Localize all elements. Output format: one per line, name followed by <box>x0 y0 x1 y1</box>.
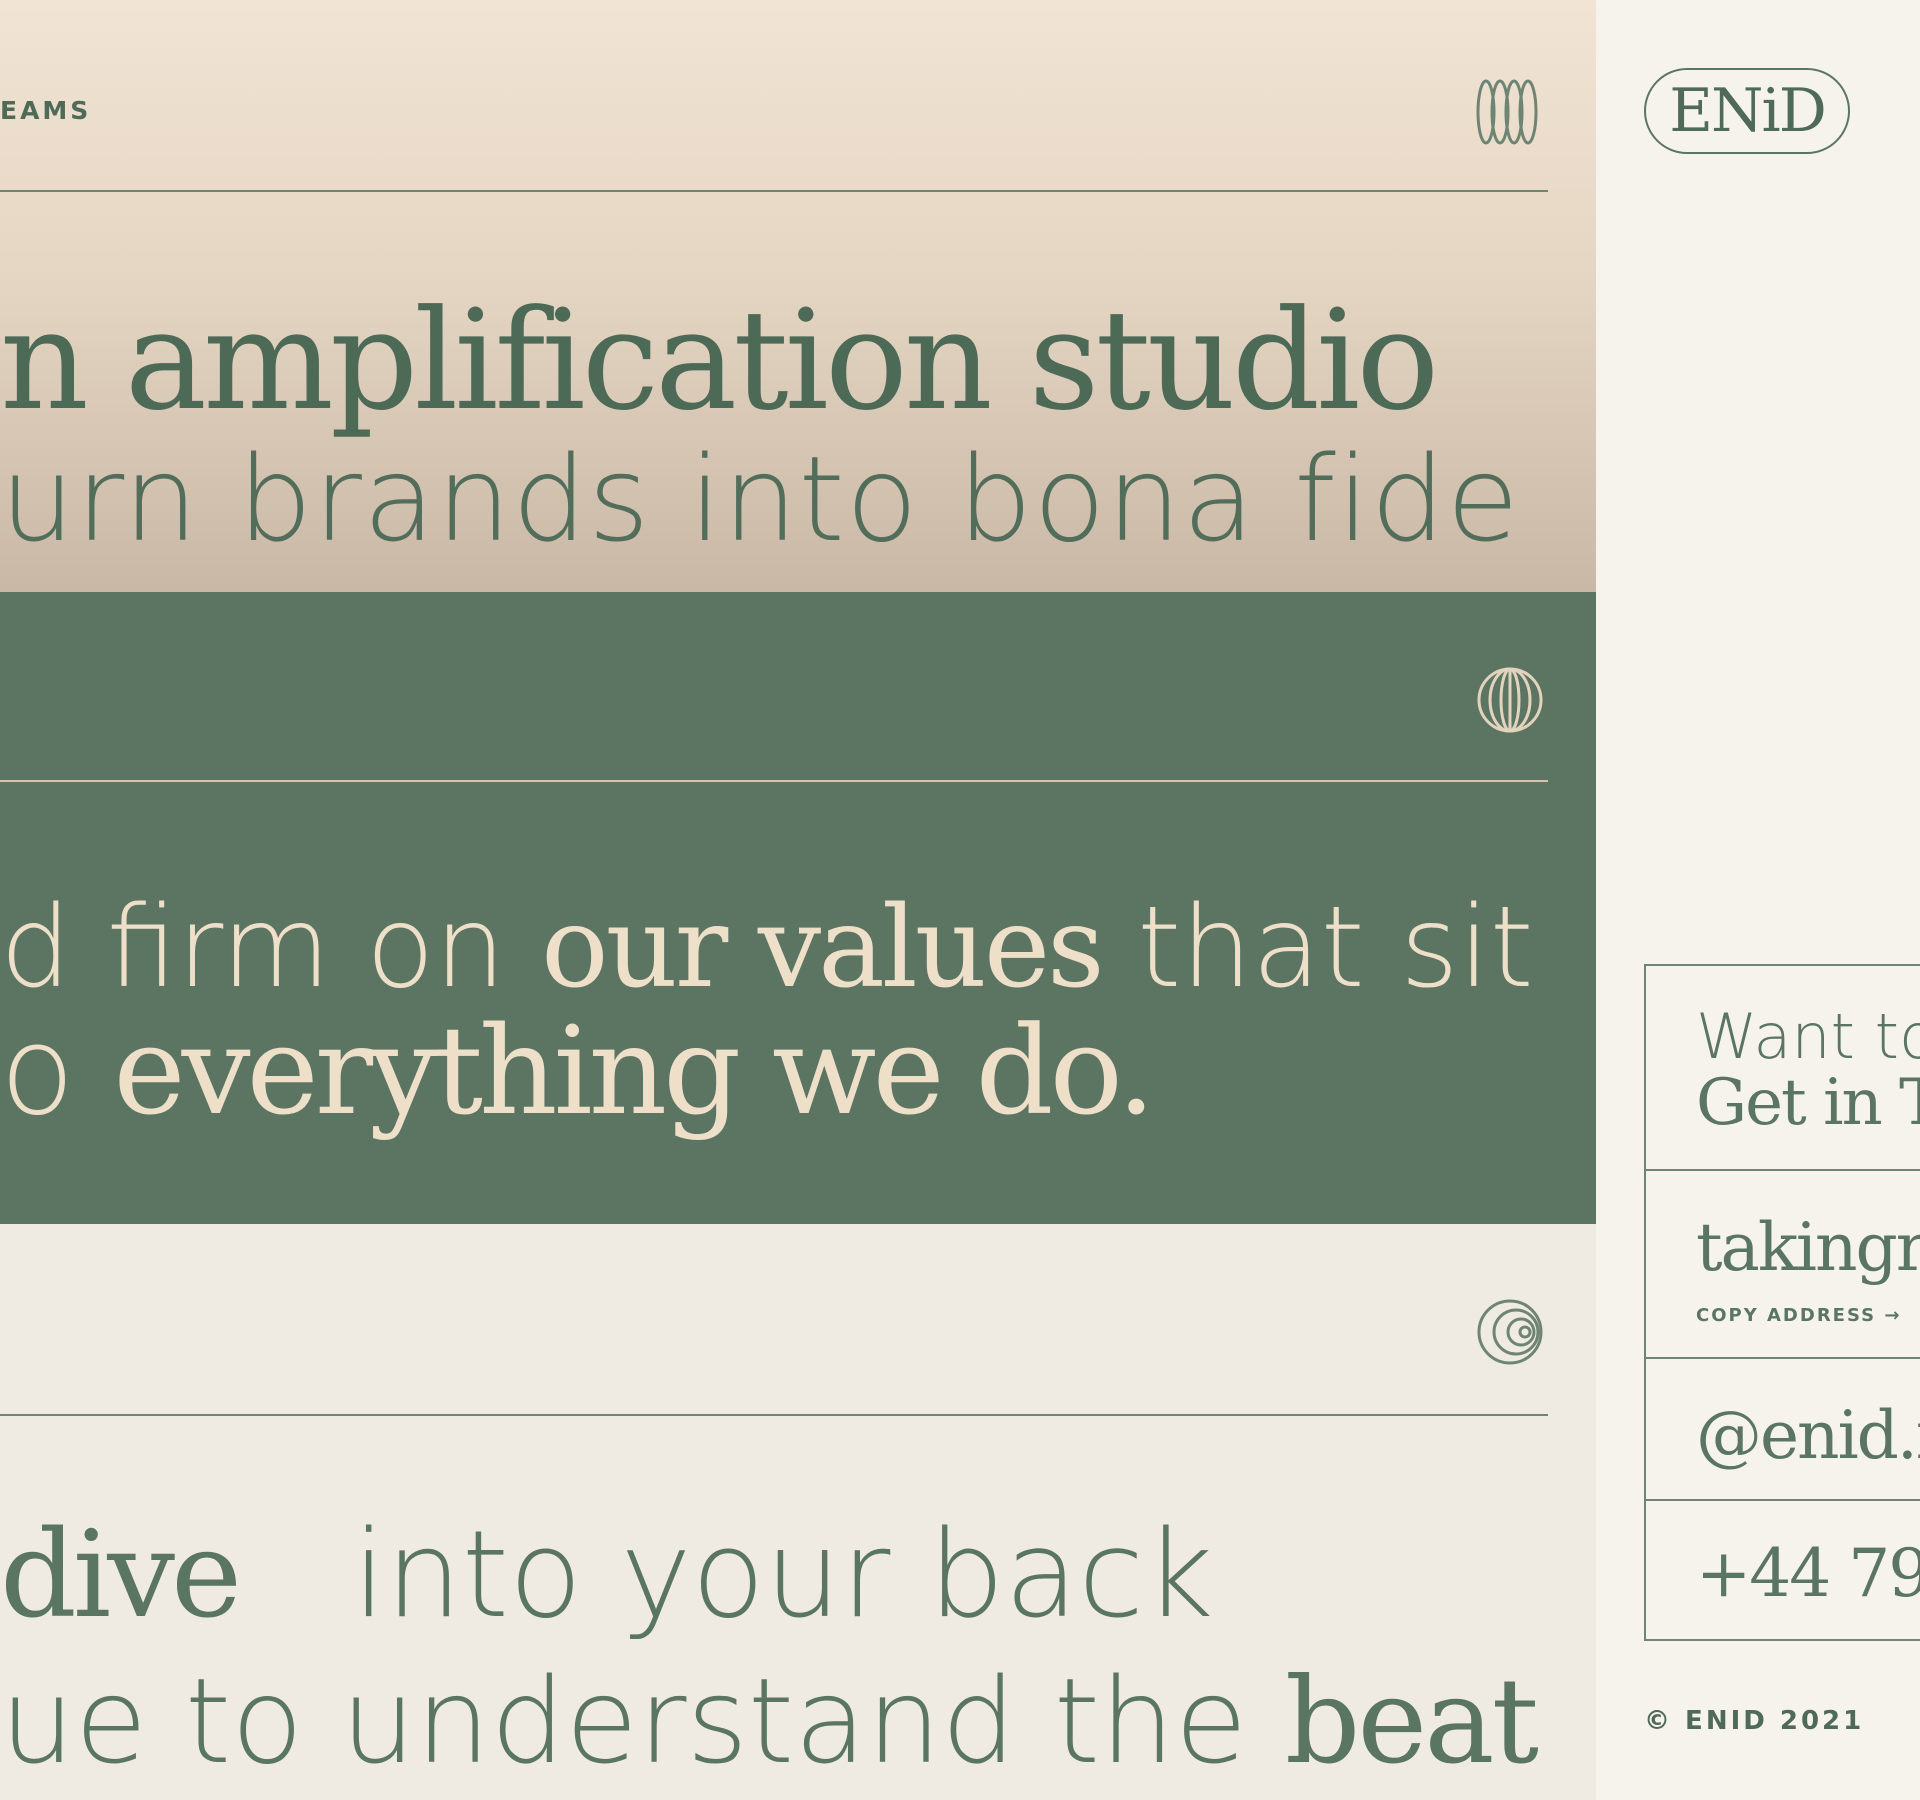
email-cell: takingre COPY ADDRESS → <box>1646 1171 1920 1359</box>
headline-line-2: urn brands into bona fide <box>0 430 1520 568</box>
contact-panel: Want to Get in To takingre COPY ADDRESS … <box>1644 964 1920 1641</box>
headline-line-1: n amplification studio <box>0 280 1439 441</box>
values-text: d firm on <box>0 883 542 1013</box>
phone-link[interactable]: +44 794 <box>1696 1535 1920 1612</box>
dive-line-1: dive into your back <box>0 1516 1214 1636</box>
spiral-icon <box>1476 1298 1544 1370</box>
section-label: EAMS <box>0 96 92 125</box>
dive-text: ue to understand the <box>0 1652 1285 1790</box>
main-content: EAMS n amplification studio urn brands i… <box>0 0 1596 1800</box>
sidebar: ENiD Want to Get in To takingre COPY ADD… <box>1596 0 1920 1800</box>
values-line-2: o everything we do. <box>0 1010 1156 1132</box>
contact-heading-line-1: Want to <box>1696 1000 1920 1073</box>
copyright: © ENID 2021 <box>1644 1706 1865 1736</box>
dive-text: into your back <box>238 1506 1214 1645</box>
rings-icon <box>1476 78 1542 150</box>
values-line-1: d firm on our values that sit <box>0 892 1534 1004</box>
section-dive: dive into your back ue to understand the… <box>0 1224 1596 1800</box>
instagram-link[interactable]: @enid.f <box>1696 1397 1920 1474</box>
dive-line-2: ue to understand the beat <box>0 1662 1539 1780</box>
contact-heading-line-2: Get in To <box>1696 1066 1920 1140</box>
values-text: that sit <box>1101 883 1534 1013</box>
enid-logo[interactable]: ENiD <box>1644 68 1850 154</box>
copy-address-button[interactable]: COPY ADDRESS → <box>1696 1305 1901 1326</box>
section-values: d firm on our values that sit o everythi… <box>0 592 1596 1224</box>
divider <box>0 190 1548 192</box>
contact-heading-cell: Want to Get in To <box>1646 966 1920 1171</box>
globe-icon <box>1476 666 1544 738</box>
email-link[interactable]: takingre <box>1696 1209 1920 1286</box>
values-text: o <box>0 1000 114 1142</box>
values-emphasis: everything we do. <box>113 1000 1155 1142</box>
instagram-cell: @enid.f <box>1646 1359 1920 1501</box>
divider <box>0 780 1548 782</box>
dive-emphasis: beat <box>1284 1652 1539 1790</box>
dive-emphasis: dive <box>0 1506 242 1645</box>
phone-cell: +44 794 <box>1646 1501 1920 1639</box>
divider <box>0 1414 1548 1416</box>
values-emphasis: our values <box>541 883 1104 1013</box>
section-amplification: EAMS n amplification studio urn brands i… <box>0 0 1596 592</box>
